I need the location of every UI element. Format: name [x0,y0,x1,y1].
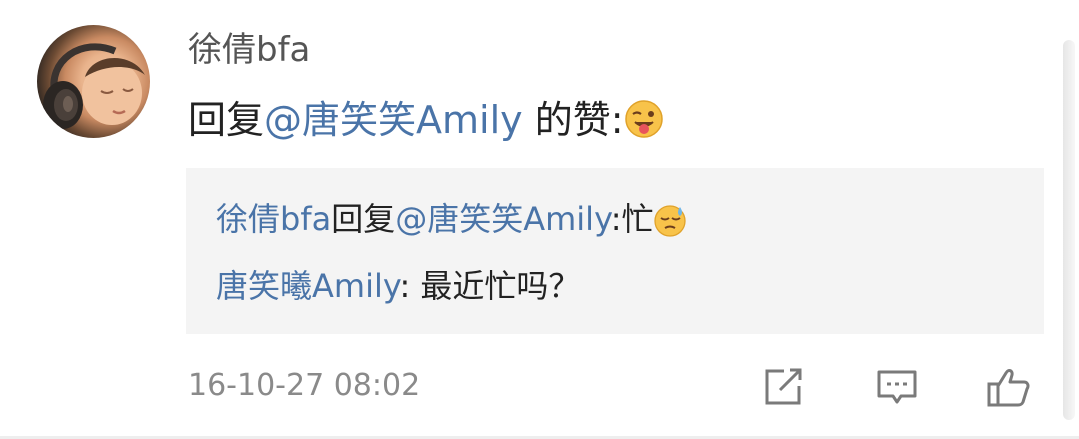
comment-body: 回复@唐笑笑Amily 的赞: [188,96,664,150]
share-edit-icon[interactable] [760,364,806,410]
quoted-line-2: 唐笑曦Amily: 最近忙吗？ [216,265,580,307]
quoted-text: :忙 [610,200,654,238]
quoted-line-1: 徐倩bfa回复@唐笑笑Amily:忙 [216,198,687,246]
thumbs-up-icon[interactable] [986,364,1032,410]
comment-timestamp: 16-10-27 08:02 [188,368,421,403]
quoted-reply-word: 回复 [331,200,396,238]
wink-tongue-emoji-icon [624,99,664,150]
avatar[interactable] [37,25,150,138]
reply-suffix: 的赞: [522,98,624,142]
original-text: : 最近忙吗？ [399,267,581,305]
original-author-link[interactable]: 唐笑曦Amily [216,267,399,305]
comment-author[interactable]: 徐倩bfa [188,28,310,72]
reply-prefix: 回复 [188,98,265,142]
reply-mention-link[interactable]: @唐笑笑Amily [264,98,523,142]
scrollbar[interactable] [1063,40,1075,420]
comment-bubble-icon[interactable] [874,364,920,410]
comment-card: 徐倩bfa 回复@唐笑笑Amily 的赞: 徐倩bfa回复@唐笑笑Amily:忙… [0,0,1079,439]
avatar-image [43,43,145,129]
quoted-reply-box[interactable]: 徐倩bfa回复@唐笑笑Amily:忙 唐笑曦Amily: 最近忙吗？ [186,168,1044,334]
quoted-author-link[interactable]: 徐倩bfa [216,200,331,238]
quoted-mention-link[interactable]: @唐笑笑Amily [395,200,610,238]
sweat-emoji-icon [653,204,687,246]
